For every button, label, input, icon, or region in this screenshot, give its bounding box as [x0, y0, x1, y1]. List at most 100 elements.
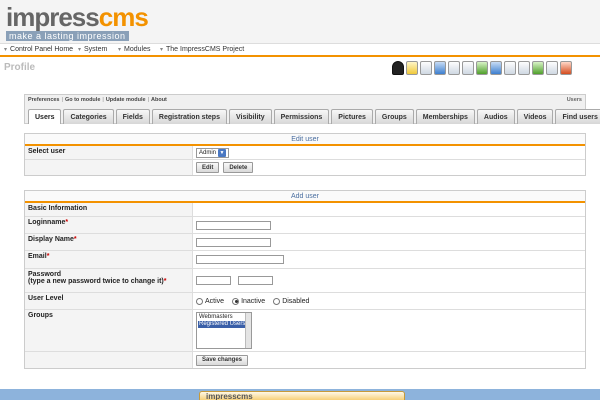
radio-inactive[interactable]: Inactive: [232, 297, 266, 305]
groups-cell: Webmasters Registered Users: [193, 310, 585, 351]
select-user-cell: Admin ▼: [193, 146, 585, 159]
password-confirm-input[interactable]: [238, 276, 273, 285]
tab-permissions[interactable]: Permissions: [273, 109, 330, 124]
tab-categories[interactable]: Categories: [63, 109, 114, 124]
display-name-cell: [193, 234, 585, 250]
password-text: Password: [28, 271, 62, 278]
gamepad-icon[interactable]: [448, 61, 460, 75]
required-marker: *: [46, 253, 50, 260]
loginname-input[interactable]: [196, 220, 271, 230]
chevron-down-icon: ▾: [118, 47, 122, 53]
footer-logo: impresscms: [199, 391, 405, 400]
user-select[interactable]: Admin ▼: [196, 147, 230, 158]
loginname-text: Loginname: [28, 219, 66, 226]
audio-icon[interactable]: [518, 61, 530, 75]
menu-label: Modules: [124, 46, 151, 53]
link-go-to-module[interactable]: Go to module: [65, 97, 100, 103]
settings-icon[interactable]: [560, 61, 572, 75]
user-select-value: Admin: [199, 149, 217, 156]
radio-label: Inactive: [241, 297, 266, 305]
loginname-row: Loginname*: [25, 217, 585, 234]
tab-memberships[interactable]: Memberships: [415, 109, 475, 124]
required-marker: *: [163, 278, 167, 285]
tab-visibility[interactable]: Visibility: [228, 109, 272, 124]
book-icon[interactable]: [490, 61, 502, 75]
loginname-label: Loginname*: [25, 217, 193, 233]
display-name-label: Display Name*: [25, 234, 193, 250]
radio-active[interactable]: Active: [196, 297, 225, 305]
tab-registration-steps[interactable]: Registration steps: [151, 109, 227, 124]
link-about[interactable]: About: [151, 97, 167, 103]
listbox-scrollbar[interactable]: [245, 313, 251, 348]
add-user-form: Add user Basic Information Loginname* Di…: [24, 190, 586, 369]
tab-users[interactable]: Users: [28, 109, 62, 124]
film-icon[interactable]: [532, 61, 544, 75]
radio-dot: [196, 297, 203, 305]
picture-icon[interactable]: [476, 61, 488, 75]
email-text: Email: [28, 253, 47, 260]
user-level-row: User Level Active Inactive Disabled: [25, 293, 585, 310]
email-label: Email*: [25, 251, 193, 268]
basic-info-row: Basic Information: [25, 203, 585, 217]
password-input[interactable]: [196, 276, 231, 285]
menu-impresscms-project[interactable]: ▾ The ImpressCMS Project: [160, 46, 244, 53]
tab-fields[interactable]: Fields: [115, 109, 150, 124]
menu-label: System: [84, 46, 108, 53]
notes-icon[interactable]: [406, 61, 418, 75]
logo-word-left: impress: [6, 2, 100, 32]
chevron-down-icon: ▾: [78, 47, 82, 53]
tab-videos[interactable]: Videos: [516, 109, 554, 124]
impresscms-logo[interactable]: impresscms make a lasting impression: [6, 2, 149, 41]
chevron-down-icon: ▾: [160, 47, 164, 53]
basic-info-label: Basic Information: [25, 203, 193, 216]
empty-label: [25, 352, 193, 368]
chevron-down-icon: ▼: [218, 148, 227, 157]
user-level-label: User Level: [25, 293, 193, 309]
document-icon[interactable]: [420, 61, 432, 75]
empty-label: [25, 160, 193, 175]
tab-pictures[interactable]: Pictures: [331, 109, 373, 124]
user-outline-icon[interactable]: [504, 61, 516, 75]
menu-system[interactable]: ▾ System: [78, 46, 107, 53]
groups-option[interactable]: Webmasters: [198, 314, 250, 321]
basic-info-cell: [193, 203, 585, 216]
tab-audios[interactable]: Audios: [476, 109, 515, 124]
tab-groups[interactable]: Groups: [374, 109, 414, 124]
edit-actions-row: Edit Delete: [25, 160, 585, 175]
search-icon[interactable]: [546, 61, 558, 75]
email-input[interactable]: [196, 255, 284, 264]
display-name-input[interactable]: [196, 237, 271, 247]
password-label: Password (type a new password twice to c…: [25, 269, 193, 292]
save-cell: Save changes: [193, 352, 585, 368]
radio-dot: [232, 297, 240, 305]
groups-row: Groups Webmasters Registered Users: [25, 310, 585, 352]
link-update-module[interactable]: Update module: [106, 97, 146, 103]
image-icon[interactable]: [434, 61, 446, 75]
tab-find-users[interactable]: Find users: [555, 109, 600, 124]
password-cell: [193, 269, 585, 292]
user-icon[interactable]: [392, 61, 404, 75]
menu-label: Control Panel Home: [10, 46, 74, 53]
edit-actions-cell: Edit Delete: [193, 160, 585, 175]
groups-listbox[interactable]: Webmasters Registered Users: [196, 312, 252, 349]
password-hint: (type a new password twice to change it): [28, 278, 164, 285]
radio-label: Active: [205, 297, 225, 305]
radio-label: Disabled: [282, 297, 310, 305]
link-separator: |: [102, 97, 104, 103]
header: impresscms make a lasting impression: [0, 0, 600, 44]
display-name-row: Display Name*: [25, 234, 585, 251]
groups-option[interactable]: Registered Users: [198, 321, 250, 328]
password-row: Password (type a new password twice to c…: [25, 269, 585, 293]
menu-control-panel-home[interactable]: ▾ Control Panel Home: [4, 46, 73, 53]
radio-disabled[interactable]: Disabled: [273, 297, 310, 305]
page-title: Profile: [4, 62, 36, 73]
delete-button[interactable]: Delete: [223, 162, 254, 173]
user-level-cell: Active Inactive Disabled: [193, 293, 585, 309]
menu-modules[interactable]: ▾ Modules: [118, 46, 150, 53]
save-changes-button[interactable]: Save changes: [196, 354, 249, 366]
edit-button[interactable]: Edit: [196, 162, 220, 173]
module-links: Preferences | Go to module | Update module | A…: [28, 97, 167, 103]
link-preferences[interactable]: Preferences: [28, 97, 60, 103]
add-user-heading: Add user: [25, 191, 585, 203]
bookmark-icon[interactable]: [462, 61, 474, 75]
